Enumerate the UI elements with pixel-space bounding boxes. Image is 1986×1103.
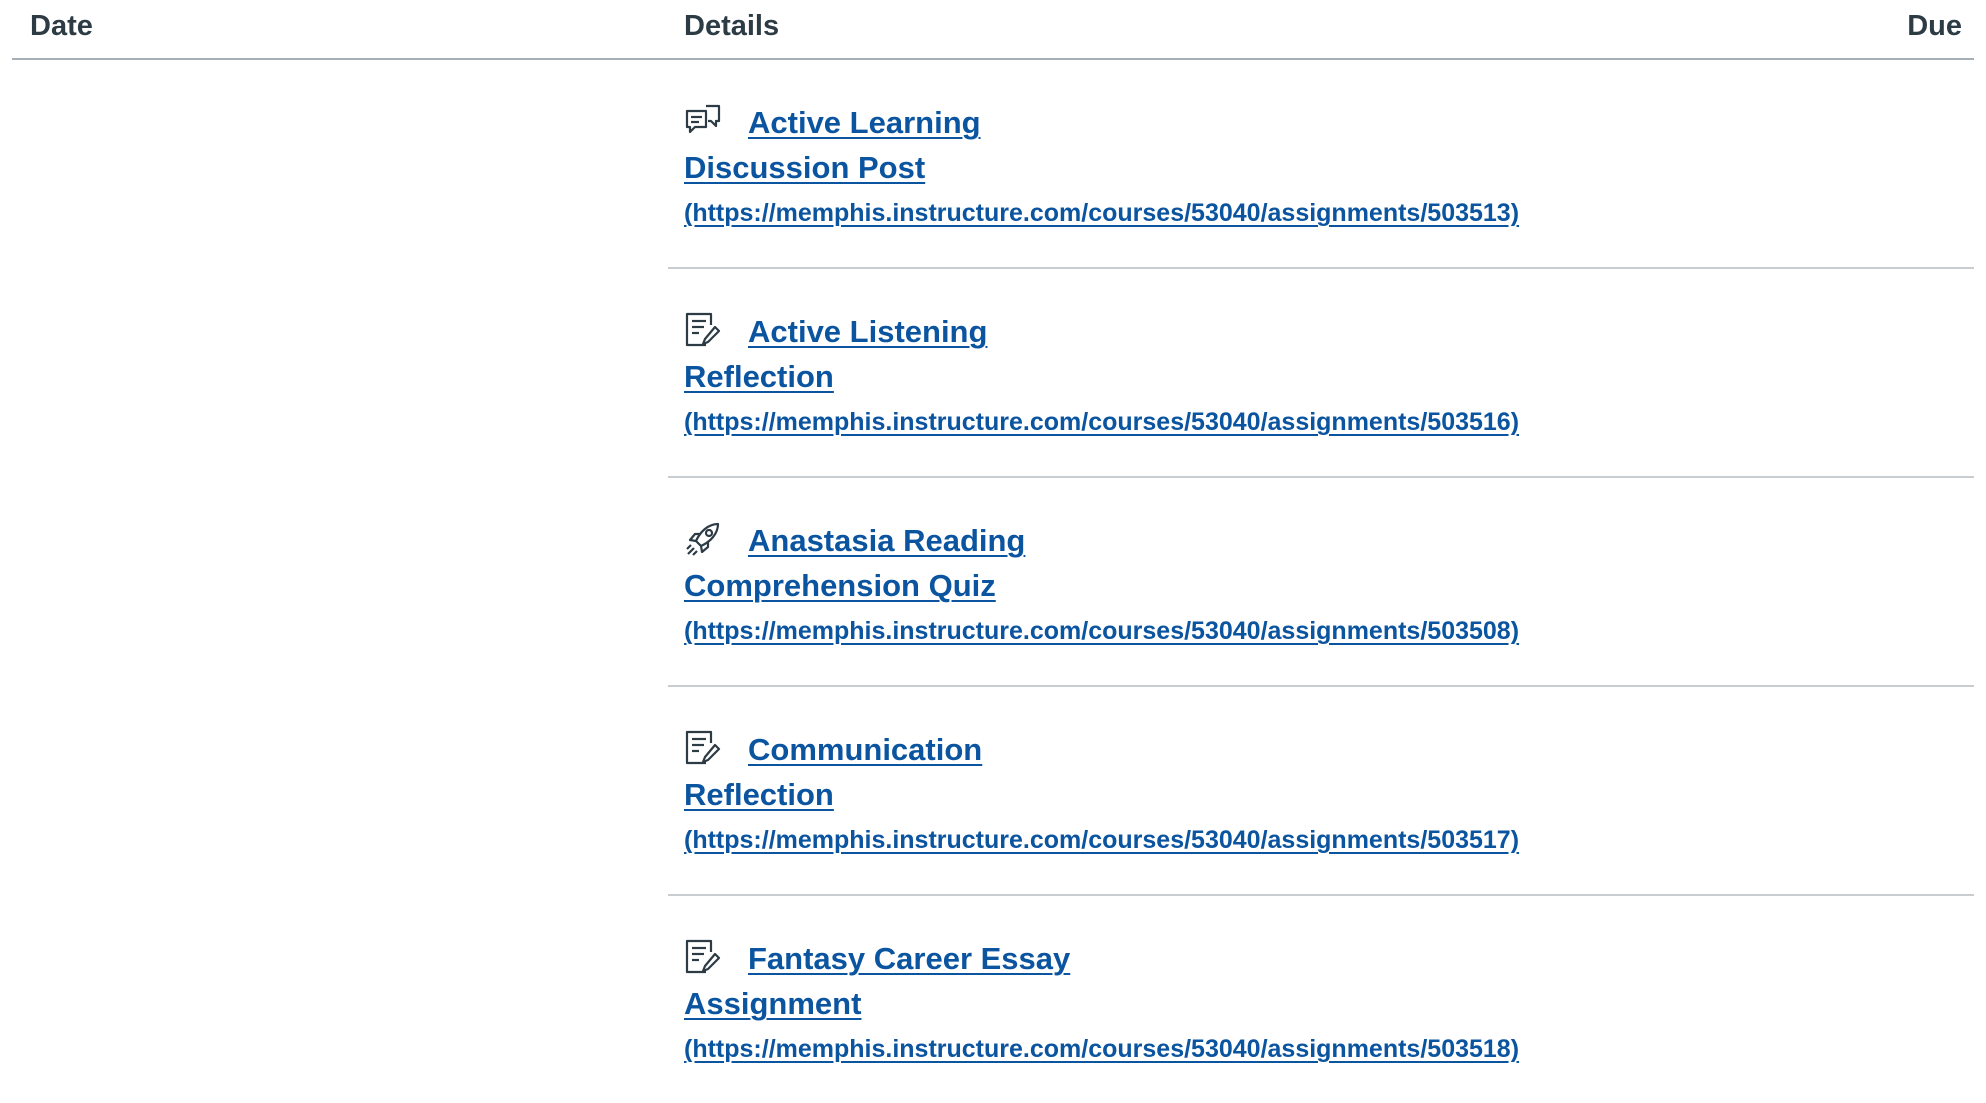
assignment-url-link[interactable]: (https://memphis.instructure.com/courses… <box>684 611 1974 651</box>
assignment-url-link[interactable]: (https://memphis.instructure.com/courses… <box>684 402 1974 442</box>
table-row: Fantasy Career Essay Assignment (https:/… <box>668 896 1974 1103</box>
date-column-header: Date <box>30 10 93 42</box>
assignment-icon <box>684 938 722 976</box>
table-row: Anastasia Reading Comprehension Quiz (ht… <box>668 478 1974 687</box>
details-column-header: Details <box>684 10 780 42</box>
table-row: Active Listening Reflection (https://mem… <box>668 269 1974 478</box>
assignment-title-link[interactable]: Communication Reflection <box>684 732 982 812</box>
assignment-url-link[interactable]: (https://memphis.instructure.com/courses… <box>684 820 1974 860</box>
discussion-icon <box>684 102 722 140</box>
table-row: Active Learning Discussion Post (https:/… <box>668 60 1974 269</box>
assignment-title-link[interactable]: Active Listening Reflection <box>684 314 987 394</box>
due-column-header: Due <box>1907 10 1962 42</box>
assignment-url-link[interactable]: (https://memphis.instructure.com/courses… <box>684 1029 1974 1069</box>
assignment-icon <box>684 729 722 767</box>
quiz-rocket-icon <box>684 520 722 558</box>
table-row: Communication Reflection (https://memphi… <box>668 687 1974 896</box>
assignment-list: Active Learning Discussion Post (https:/… <box>668 60 1974 1103</box>
assignment-title-link[interactable]: Fantasy Career Essay Assignment <box>684 941 1070 1021</box>
assignment-url-link[interactable]: (https://memphis.instructure.com/courses… <box>684 193 1974 233</box>
table-header: Date Details Due <box>12 0 1974 60</box>
assignment-icon <box>684 311 722 349</box>
assignment-title-link[interactable]: Anastasia Reading Comprehension Quiz <box>684 523 1025 603</box>
assignment-title-link[interactable]: Active Learning Discussion Post <box>684 105 981 185</box>
